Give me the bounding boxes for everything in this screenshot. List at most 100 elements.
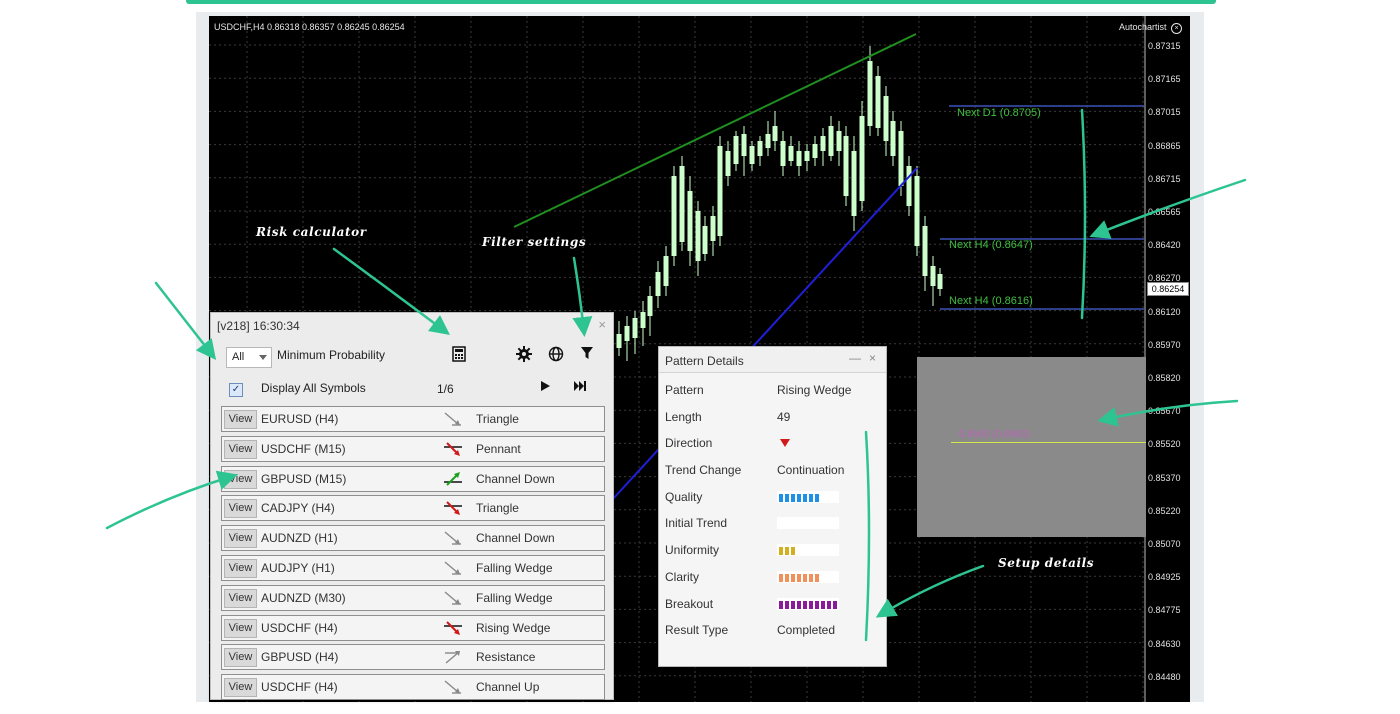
pattern-scanner-panel: [v218] 16:30:34 × All Minimum Probabilit… [210,312,614,701]
candle-body [647,296,653,316]
pattern-details-title: Pattern Details [665,354,744,368]
rating-segment [803,493,807,502]
autochartist-label[interactable]: Autochartist × [1119,22,1182,34]
globe-icon[interactable] [547,346,565,364]
annotation-filter-settings: Filter settings [482,235,587,249]
rating-segment [809,493,813,502]
list-item[interactable]: View AUDJPY (H1) Falling Wedge [221,554,605,581]
detail-key: Quality [665,489,703,504]
candle-body [757,141,763,156]
top-accent-bar [186,0,1216,4]
forecast-area [917,357,1146,537]
annotation-risk-calculator: Risk calculator [256,225,367,239]
candle-body [883,96,889,141]
candle-body [851,151,857,216]
price-axis-tick: 0.86565 [1148,207,1181,217]
candle-body [875,76,881,128]
candle-body [710,216,716,241]
list-item[interactable]: View GBPUSD (H4) Resistance [221,644,605,671]
view-button[interactable]: View [224,558,257,578]
candle-body [663,256,669,286]
rating-segment [803,573,807,582]
clarity-rating-bar [777,570,839,583]
candle-body [671,176,677,256]
list-item-symbol: CADJPY (H4) [261,501,335,516]
list-item-pattern: Triangle [476,412,519,426]
filter-dropdown[interactable]: All [226,347,272,368]
price-axis-tick: 0.85070 [1148,539,1181,549]
detail-row-initial-trend: Initial Trend [665,512,880,539]
view-button[interactable]: View [224,678,257,698]
view-button[interactable]: View [224,529,257,549]
pattern-details-fields: Pattern Rising Wedge Length 49 Direction T… [665,379,880,646]
minimize-button[interactable]: — [849,351,861,365]
direction-down-icon [780,439,790,448]
pattern-details-header: Pattern Details — × [659,347,886,373]
close-circle-icon[interactable]: × [1171,23,1182,34]
rating-segment [791,573,795,582]
rating-segment [785,493,789,502]
candle-body [749,146,755,164]
candle-body [695,211,701,261]
rating-segment [797,493,801,502]
candle-body [922,226,928,276]
current-price-label: 0.86254 [1147,282,1189,296]
price-axis-tick: 0.85220 [1148,505,1181,516]
list-item[interactable]: View CADJPY (H4) Triangle [221,495,605,522]
close-button[interactable]: × [869,351,876,365]
candle-body [717,146,723,236]
list-item[interactable]: View USDCHF (H4) Rising Wedge [221,614,605,641]
list-item[interactable]: View USDCHF (M15) Pennant [221,435,605,462]
level-label-h4-lower: Next H4 (0.8616) [949,295,1033,307]
candle-body [828,126,834,156]
candle-body [843,136,849,196]
level-label-h4-upper: Next H4 (0.8647) [949,239,1033,251]
view-button[interactable]: View [224,618,257,638]
view-button[interactable]: View [224,648,257,668]
play-icon[interactable] [536,379,554,397]
list-item-symbol: AUDJPY (H1) [261,560,335,575]
fast-forward-icon[interactable] [571,379,589,397]
detail-row-result-type: Result Type Completed [665,619,880,646]
view-button[interactable]: View [224,499,257,519]
list-item-pattern: Resistance [476,650,536,665]
rating-segment [821,600,825,609]
rating-segment [833,600,837,609]
list-item[interactable]: View AUDNZD (H1) Channel Down [221,525,605,552]
list-item-pattern: Triangle [476,501,519,516]
pattern-trend-icon [442,409,464,429]
initial-trend-rating-bar [777,517,839,530]
candle-body [616,334,622,348]
view-button[interactable]: View [224,588,257,608]
list-item[interactable]: View AUDNZD (M30) Falling Wedge [221,584,605,611]
view-button[interactable]: View [224,439,257,459]
candle-body [780,141,786,166]
price-axis-tick: 0.86865 [1148,140,1181,151]
display-all-checkbox[interactable]: ✓ [229,383,243,397]
candle-body [812,144,818,158]
list-item-pattern: Channel Down [476,471,555,486]
candle-body [867,61,873,126]
pattern-trend-icon [442,558,464,578]
list-item[interactable]: View GBPUSD (M15) Channel Down [221,465,605,492]
rating-segment [791,547,795,556]
rating-segment [815,493,819,502]
detail-key: Direction [665,436,713,451]
level-label-d1: Next D1 (0.8705) [957,107,1041,119]
candle-body [890,121,896,156]
gear-icon[interactable] [515,346,533,364]
candle-body [906,166,912,206]
list-item[interactable]: View EURUSD (H4) Triangle [221,406,605,432]
list-item[interactable]: View USDCHF (H4) Channel Up [221,674,605,701]
rating-segment [815,573,819,582]
scanner-close-button[interactable]: × [598,317,606,332]
candle-body [788,146,794,161]
calculator-icon[interactable] [450,346,468,364]
autochartist-text: Autochartist [1118,22,1167,32]
list-item-symbol: USDCHF (H4) [261,620,338,635]
view-button[interactable]: View [224,410,257,429]
list-item-symbol: GBPUSD (H4) [261,650,339,665]
filter-icon[interactable] [578,346,596,364]
candle-body [937,274,943,289]
view-button[interactable]: View [224,469,257,489]
